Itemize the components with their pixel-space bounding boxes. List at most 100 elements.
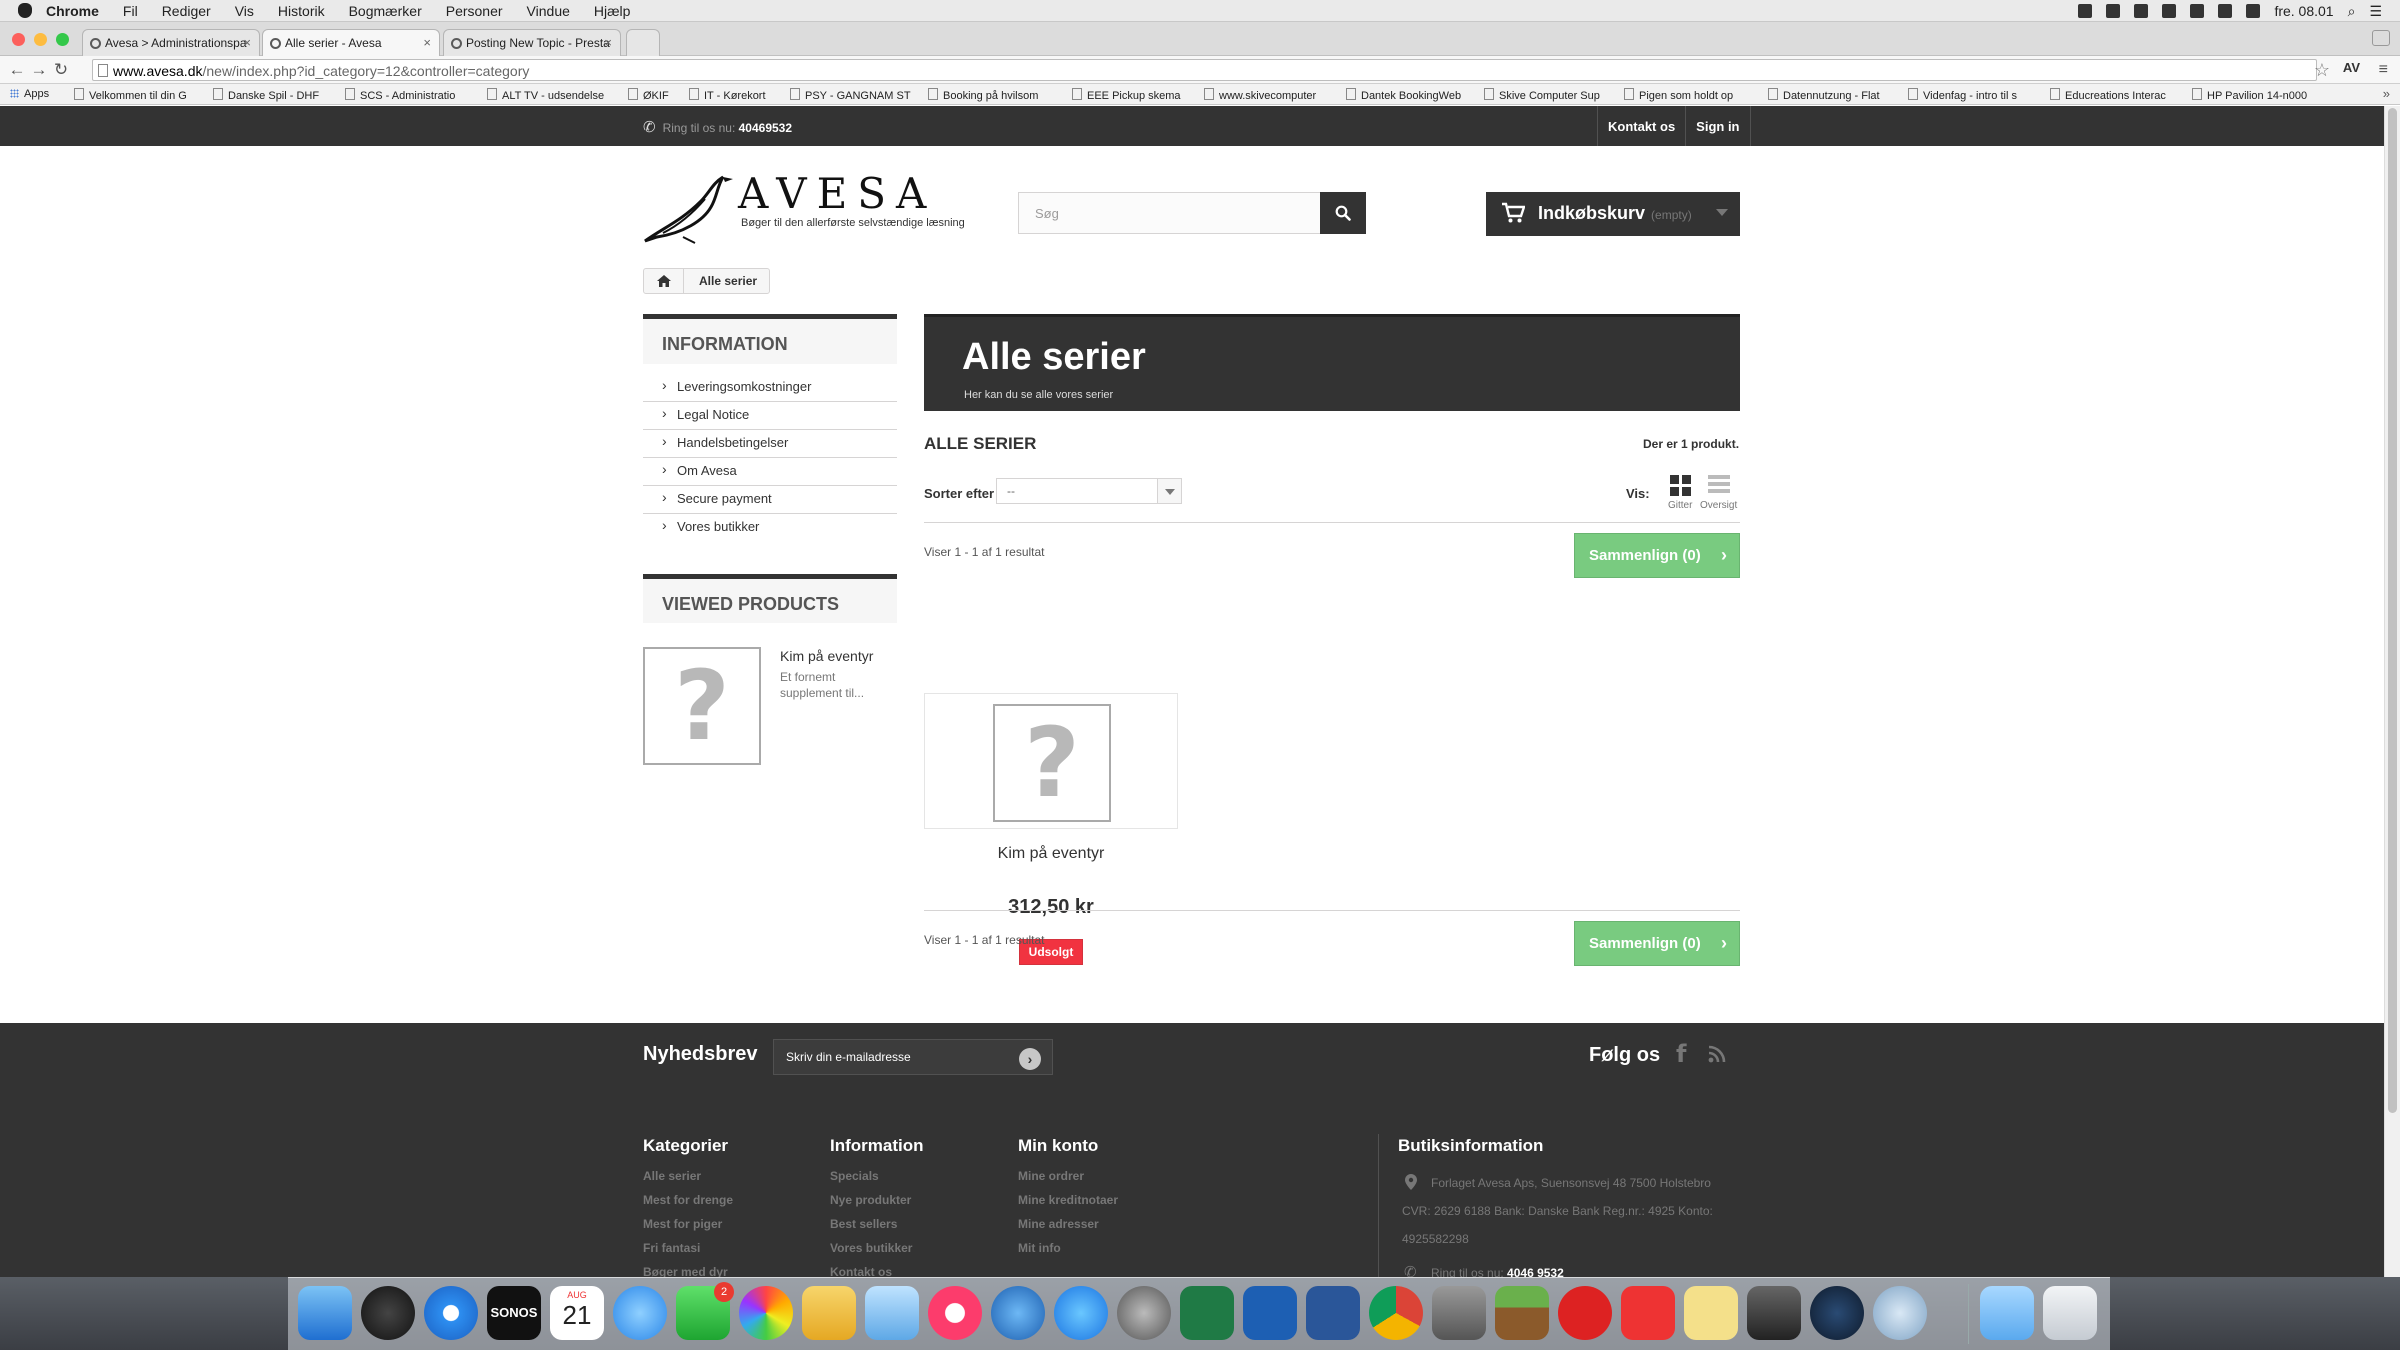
facebook-status-icon[interactable] — [2078, 4, 2093, 18]
outlook-icon[interactable] — [1243, 1286, 1297, 1340]
footer-link[interactable]: Mit info — [1018, 1241, 1118, 1265]
product-name[interactable]: Kim på eventyr — [924, 845, 1178, 863]
tab-alle-serier[interactable]: Alle serier - Avesa × — [262, 29, 440, 56]
bookmark-star-icon[interactable]: ☆ — [2314, 60, 2330, 81]
info-link-handelsbetingelser[interactable]: Handelsbetingelser — [643, 430, 897, 458]
list-view-button[interactable]: Oversigt — [1700, 475, 1737, 511]
info-link-leveringsomkostninger[interactable]: Leveringsomkostninger — [643, 374, 897, 402]
menu-vis[interactable]: Vis — [235, 3, 254, 19]
profile-icon[interactable] — [2372, 30, 2390, 46]
product-image-frame[interactable]: ? — [924, 693, 1178, 829]
footer-link[interactable]: Bøger med dyr — [643, 1265, 733, 1277]
finder-icon[interactable] — [298, 1286, 352, 1340]
footer-link[interactable]: Kontakt os — [830, 1265, 924, 1277]
bookmark-item[interactable]: Booking på hvilsom — [928, 88, 1054, 102]
forward-icon[interactable]: → — [28, 60, 50, 80]
pages-icon[interactable] — [802, 1286, 856, 1340]
bookmark-item[interactable]: IT - Kørekort — [689, 88, 774, 102]
drive-status-icon[interactable] — [2106, 4, 2121, 18]
viewed-product-name[interactable]: Kim på eventyr — [780, 648, 873, 664]
folder-icon[interactable] — [1980, 1286, 2034, 1340]
close-tab-icon[interactable]: × — [243, 35, 251, 50]
close-tab-icon[interactable]: × — [423, 35, 431, 50]
sort-select[interactable]: -- — [996, 478, 1182, 504]
menu-hjaelp[interactable]: Hjælp — [594, 3, 631, 19]
bookmark-item[interactable]: Skive Computer Sup — [1484, 88, 1612, 102]
airplay-icon[interactable] — [2190, 4, 2205, 18]
network-app-icon[interactable] — [1873, 1286, 1927, 1340]
bluetooth-icon[interactable] — [2218, 4, 2233, 18]
footer-link[interactable]: Mest for drenge — [643, 1193, 733, 1217]
photos-icon[interactable] — [739, 1286, 793, 1340]
product-image[interactable]: ? — [993, 704, 1111, 822]
minimize-window-button[interactable] — [34, 33, 47, 46]
bookmark-item[interactable]: www.skivecomputer — [1204, 88, 1332, 102]
system-preferences-icon[interactable] — [1117, 1286, 1171, 1340]
search-input[interactable] — [1019, 193, 1309, 233]
bookmark-item[interactable]: EEE Pickup skema — [1072, 88, 1188, 102]
cart-button[interactable]: Indkøbskurv (empty) — [1486, 192, 1740, 236]
bookmark-app-icon[interactable] — [1621, 1286, 1675, 1340]
bookmark-item[interactable]: ØKIF — [628, 88, 678, 102]
bookmark-item[interactable]: Velkommen til din G — [74, 88, 198, 102]
reload-icon[interactable]: ↻ — [50, 60, 72, 80]
world-of-tanks-icon[interactable] — [1747, 1286, 1801, 1340]
app-store-icon[interactable] — [1054, 1286, 1108, 1340]
info-link-vores-butikker[interactable]: Vores butikker — [643, 514, 897, 542]
itunes-icon[interactable] — [928, 1286, 982, 1340]
home-link[interactable] — [644, 269, 684, 293]
newsletter-submit-icon[interactable]: › — [1019, 1048, 1041, 1070]
close-tab-icon[interactable]: × — [604, 35, 612, 50]
extension-icon[interactable]: AV — [2343, 60, 2360, 75]
menu-historik[interactable]: Historik — [278, 3, 325, 19]
menu-bogmaerker[interactable]: Bogmærker — [349, 3, 422, 19]
safari-icon[interactable] — [424, 1286, 478, 1340]
sonos-icon[interactable]: SONOS — [487, 1286, 541, 1340]
site-logo[interactable]: AVESA Bøger til den allerførste selvstæn… — [643, 169, 983, 247]
wifi-icon[interactable] — [2246, 4, 2261, 18]
newsletter-email-input[interactable] — [773, 1039, 1053, 1075]
bookmark-item[interactable]: Danske Spil - DHF — [213, 88, 333, 102]
footer-link[interactable]: Nye produkter — [830, 1193, 924, 1217]
bookmark-apps[interactable]: Apps — [10, 88, 60, 100]
minecraft-icon[interactable] — [1495, 1286, 1549, 1340]
sign-in-link[interactable]: Sign in — [1685, 106, 1751, 146]
footer-link[interactable]: Alle serier — [643, 1169, 733, 1193]
apple-icon[interactable] — [18, 3, 32, 18]
messages-icon[interactable] — [613, 1286, 667, 1340]
bookmark-item[interactable]: SCS - Administratio — [345, 88, 470, 102]
viewed-product-image[interactable]: ? — [643, 647, 761, 765]
compare-button-bottom[interactable]: Sammenlign (0) › — [1574, 921, 1740, 966]
footer-link[interactable]: Mine ordrer — [1018, 1169, 1118, 1193]
page-scrollbar[interactable] — [2384, 106, 2400, 1277]
sync-status-icon[interactable] — [2162, 4, 2177, 18]
trash-icon[interactable] — [2043, 1286, 2097, 1340]
notification-center-icon[interactable]: ☰ — [2369, 3, 2382, 20]
product-card[interactable]: ? Kim på eventyr 312,50 kr Udsolgt — [924, 693, 1178, 965]
bookmark-item[interactable]: PSY - GANGNAM ST — [790, 88, 912, 102]
word-icon[interactable] — [1306, 1286, 1360, 1340]
info-link-legal-notice[interactable]: Legal Notice — [643, 402, 897, 430]
stickies-icon[interactable] — [1684, 1286, 1738, 1340]
grid-view-button[interactable]: Gitter — [1668, 475, 1692, 511]
bookmark-item[interactable]: HP Pavilion 14-n000 — [2192, 88, 2320, 102]
info-link-secure-payment[interactable]: Secure payment — [643, 486, 897, 514]
search-button[interactable] — [1320, 192, 1366, 234]
bookmark-item[interactable]: Videnfag - intro til s — [1908, 88, 2034, 102]
menu-chrome[interactable]: Chrome — [46, 3, 99, 19]
facetime-icon[interactable]: 2 — [676, 1282, 734, 1340]
contact-link[interactable]: Kontakt os — [1597, 106, 1685, 146]
close-window-button[interactable] — [12, 33, 25, 46]
info-link-om-avesa[interactable]: Om Avesa — [643, 458, 897, 486]
bookmark-item[interactable]: Pigen som holdt op — [1624, 88, 1746, 102]
facebook-icon[interactable]: f — [1676, 1040, 1686, 1068]
footer-link[interactable]: Specials — [830, 1169, 924, 1193]
tab-avesa-admin[interactable]: Avesa > Administrationspa × — [82, 29, 260, 56]
more-bookmarks-icon[interactable]: » — [2383, 86, 2390, 101]
menu-vindue[interactable]: Vindue — [527, 3, 570, 19]
calendar-icon[interactable]: AUG 21 — [550, 1286, 604, 1340]
compare-button-top[interactable]: Sammenlign (0) › — [1574, 533, 1740, 578]
rss-icon[interactable] — [1708, 1045, 1726, 1063]
excel-icon[interactable] — [1180, 1286, 1234, 1340]
footer-link[interactable]: Vores butikker — [830, 1241, 924, 1265]
